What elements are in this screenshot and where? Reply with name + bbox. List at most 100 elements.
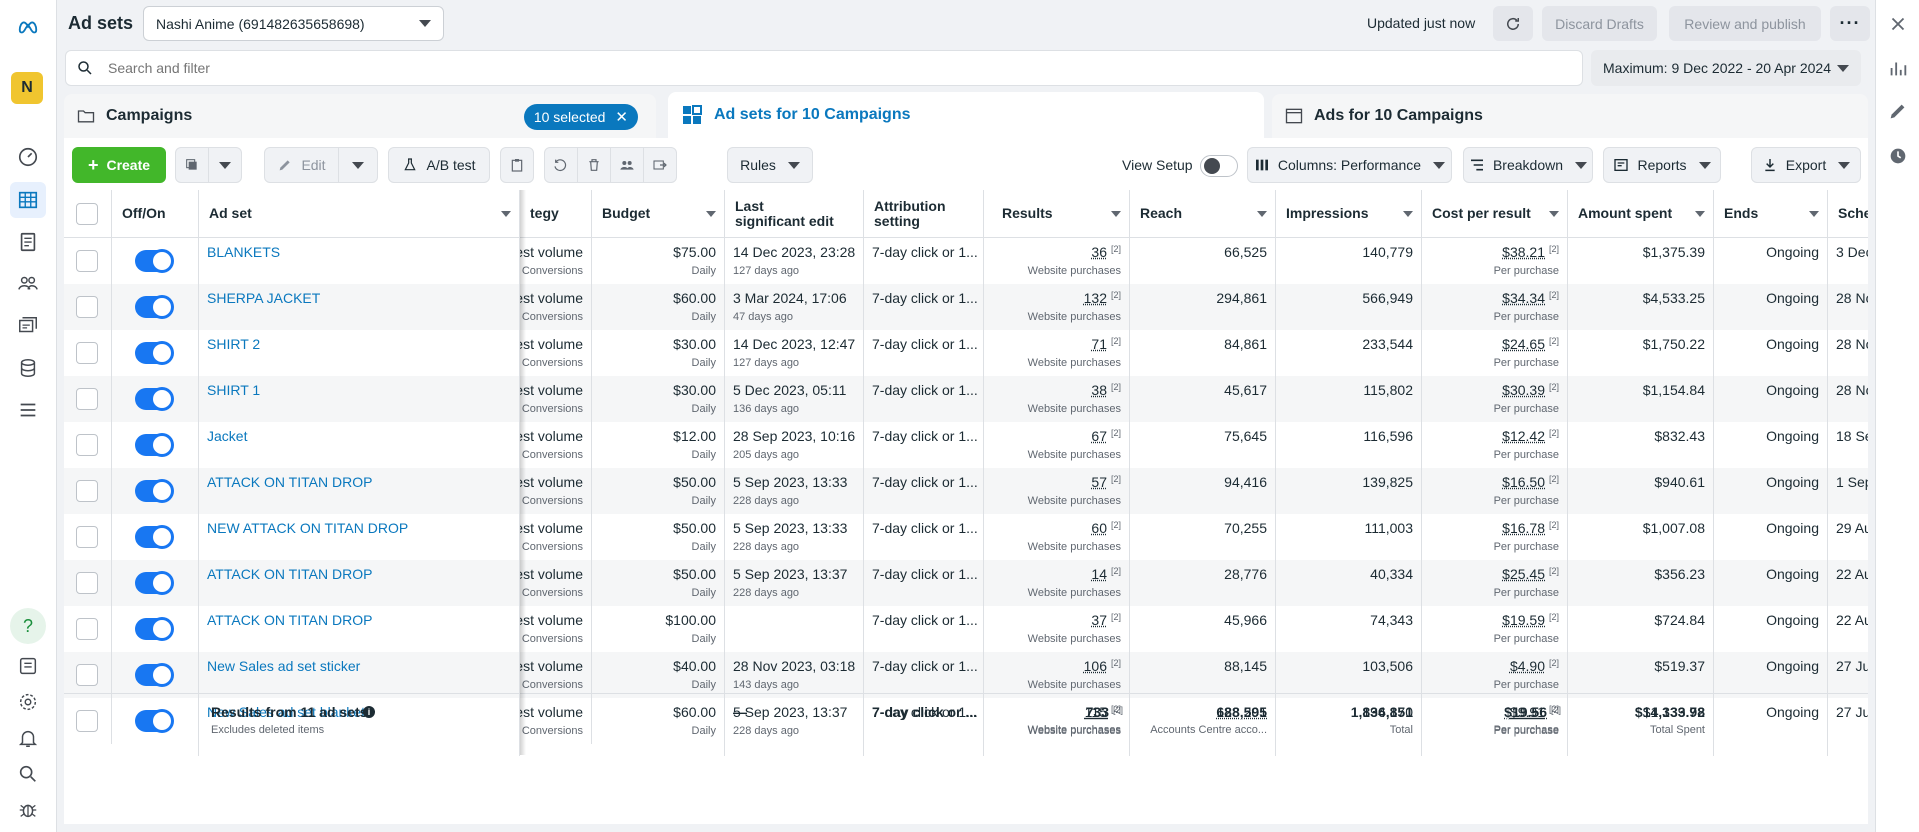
bug-icon[interactable] <box>10 792 46 828</box>
column-header-budget[interactable]: Budget <box>592 190 725 238</box>
adset-toggle[interactable] <box>135 618 173 640</box>
results-value[interactable]: 57 <box>1091 474 1107 490</box>
sort-icon[interactable] <box>501 211 511 217</box>
clear-selection-icon[interactable]: ✕ <box>615 108 628 126</box>
review-publish-button[interactable]: Review and publish <box>1669 6 1821 41</box>
table-row[interactable]: NEW ATTACK ON TITAN DROP est volume Conver… <box>64 514 1868 560</box>
column-header-spent[interactable]: Amount spent <box>1568 190 1714 238</box>
date-range-picker[interactable]: Maximum: 9 Dec 2022 - 20 Apr 2024 <box>1591 50 1861 86</box>
column-header-last-edit[interactable]: Last significant edit <box>725 190 864 238</box>
discard-drafts-button[interactable]: Discard Drafts <box>1542 6 1657 41</box>
sort-icon[interactable] <box>1695 211 1705 217</box>
adset-name-link[interactable]: ATTACK ON TITAN DROP <box>207 566 372 582</box>
pages-icon[interactable] <box>10 224 46 260</box>
cpr-value[interactable]: $16.78 <box>1502 520 1545 536</box>
cpr-value[interactable]: $12.42 <box>1502 428 1545 444</box>
totals-cpr[interactable]: $19.56 <box>1504 704 1547 720</box>
view-setup-toggle[interactable] <box>1200 155 1238 177</box>
close-icon[interactable] <box>1887 13 1909 35</box>
selected-chip[interactable]: 10 selected ✕ <box>523 104 638 130</box>
select-all-checkbox[interactable] <box>76 203 98 225</box>
adset-name-link[interactable]: New Sales ad set sticker <box>207 658 360 674</box>
clipboard-button[interactable] <box>500 147 534 183</box>
results-value[interactable]: 38 <box>1091 382 1107 398</box>
search-icon[interactable] <box>10 756 46 792</box>
pages-alt-icon[interactable] <box>10 648 46 684</box>
adset-toggle[interactable] <box>135 434 173 456</box>
table-row[interactable]: New Sales ad set sticker est volume Conver… <box>64 652 1868 698</box>
audience-button[interactable] <box>610 147 644 183</box>
adset-toggle[interactable] <box>135 664 173 686</box>
search-input[interactable] <box>108 60 1508 76</box>
help-icon[interactable]: ? <box>10 608 46 644</box>
results-value[interactable]: 71 <box>1091 336 1107 352</box>
results-value[interactable]: 60 <box>1091 520 1107 536</box>
cpr-value[interactable]: $38.21 <box>1502 244 1545 260</box>
adset-toggle[interactable] <box>135 526 173 548</box>
row-checkbox[interactable] <box>76 572 98 594</box>
columns-button[interactable]: Columns: Performance <box>1247 147 1452 183</box>
results-value[interactable]: 106 <box>1084 658 1107 674</box>
settings-icon[interactable] <box>10 684 46 720</box>
cpr-value[interactable]: $16.50 <box>1502 474 1545 490</box>
sort-icon[interactable] <box>1549 211 1559 217</box>
cpr-value[interactable]: $34.34 <box>1502 290 1545 306</box>
table-row[interactable]: Jacket est volume Conversions $12.00 Daily 28… <box>64 422 1868 468</box>
cpr-value[interactable]: $24.65 <box>1502 336 1545 352</box>
tab-adsets[interactable]: Ad sets for 10 Campaigns <box>668 92 1264 138</box>
adset-name-link[interactable]: ATTACK ON TITAN DROP <box>207 474 372 490</box>
adset-name-link[interactable]: SHIRT 2 <box>207 336 260 352</box>
info-icon[interactable]: i <box>363 706 375 718</box>
row-checkbox[interactable] <box>76 342 98 364</box>
adset-toggle[interactable] <box>135 296 173 318</box>
pencil-icon[interactable] <box>1887 100 1909 122</box>
breakdown-button[interactable]: Breakdown <box>1463 147 1593 183</box>
sort-icon[interactable] <box>1257 211 1267 217</box>
table-row[interactable]: SHERPA JACKET est volume Conversions $60.00… <box>64 284 1868 330</box>
table-row[interactable]: ATTACK ON TITAN DROP est volume Conversion… <box>64 560 1868 606</box>
ab-test-button[interactable]: A/B test <box>388 147 490 183</box>
results-value[interactable]: 36 <box>1091 244 1107 260</box>
table-row[interactable]: SHIRT 2 est volume Conversions $30.00 Daily 1… <box>64 330 1868 376</box>
tab-campaigns[interactable]: Campaigns 10 selected ✕ <box>64 94 656 138</box>
adset-toggle[interactable] <box>135 388 173 410</box>
cpr-value[interactable]: $25.45 <box>1502 566 1545 582</box>
row-checkbox[interactable] <box>76 250 98 272</box>
table-row[interactable]: ATTACK ON TITAN DROP est volume Conversion… <box>64 606 1868 652</box>
ads-icon[interactable] <box>10 308 46 344</box>
adset-name-link[interactable]: ATTACK ON TITAN DROP <box>207 612 372 628</box>
row-checkbox[interactable] <box>76 480 98 502</box>
adset-name-link[interactable]: NEW ATTACK ON TITAN DROP <box>207 520 408 536</box>
edit-button[interactable]: Edit <box>264 147 339 183</box>
more-options-button[interactable]: ··· <box>1830 6 1870 41</box>
database-icon[interactable] <box>10 350 46 386</box>
column-header-strategy[interactable]: tegy <box>520 190 592 238</box>
column-header-attribution[interactable]: Attribution setting <box>864 190 984 238</box>
undo-button[interactable] <box>544 147 578 183</box>
results-value[interactable]: 37 <box>1091 612 1107 628</box>
totals-results[interactable]: 733 <box>1086 704 1109 720</box>
adset-toggle[interactable] <box>135 480 173 502</box>
cpr-value[interactable]: $30.39 <box>1502 382 1545 398</box>
refresh-button[interactable] <box>1493 6 1533 41</box>
adset-toggle[interactable] <box>135 250 173 272</box>
dashboard-icon[interactable] <box>10 139 46 175</box>
menu-icon[interactable] <box>10 392 46 428</box>
meta-logo-icon[interactable] <box>10 9 46 45</box>
export-button[interactable]: Export <box>1751 147 1861 183</box>
duplicate-dropdown[interactable] <box>208 147 242 183</box>
account-avatar[interactable]: N <box>11 72 43 104</box>
row-checkbox[interactable] <box>76 618 98 640</box>
tab-ads[interactable]: Ads for 10 Campaigns <box>1272 94 1868 138</box>
totals-reach[interactable]: 688,595 <box>1216 704 1267 720</box>
sort-icon[interactable] <box>1111 211 1121 217</box>
row-checkbox[interactable] <box>76 296 98 318</box>
create-button[interactable]: + Create <box>72 147 166 183</box>
adset-name-link[interactable]: SHERPA JACKET <box>207 290 320 306</box>
account-selector[interactable]: Nashi Anime (691482635658698) <box>143 6 444 41</box>
rules-button[interactable]: Rules <box>727 147 813 183</box>
column-header-results[interactable]: Results <box>984 190 1130 238</box>
column-header-ends[interactable]: Ends <box>1714 190 1828 238</box>
cpr-value[interactable]: $4.90 <box>1510 658 1545 674</box>
table-row[interactable]: ATTACK ON TITAN DROP est volume Conversion… <box>64 468 1868 514</box>
